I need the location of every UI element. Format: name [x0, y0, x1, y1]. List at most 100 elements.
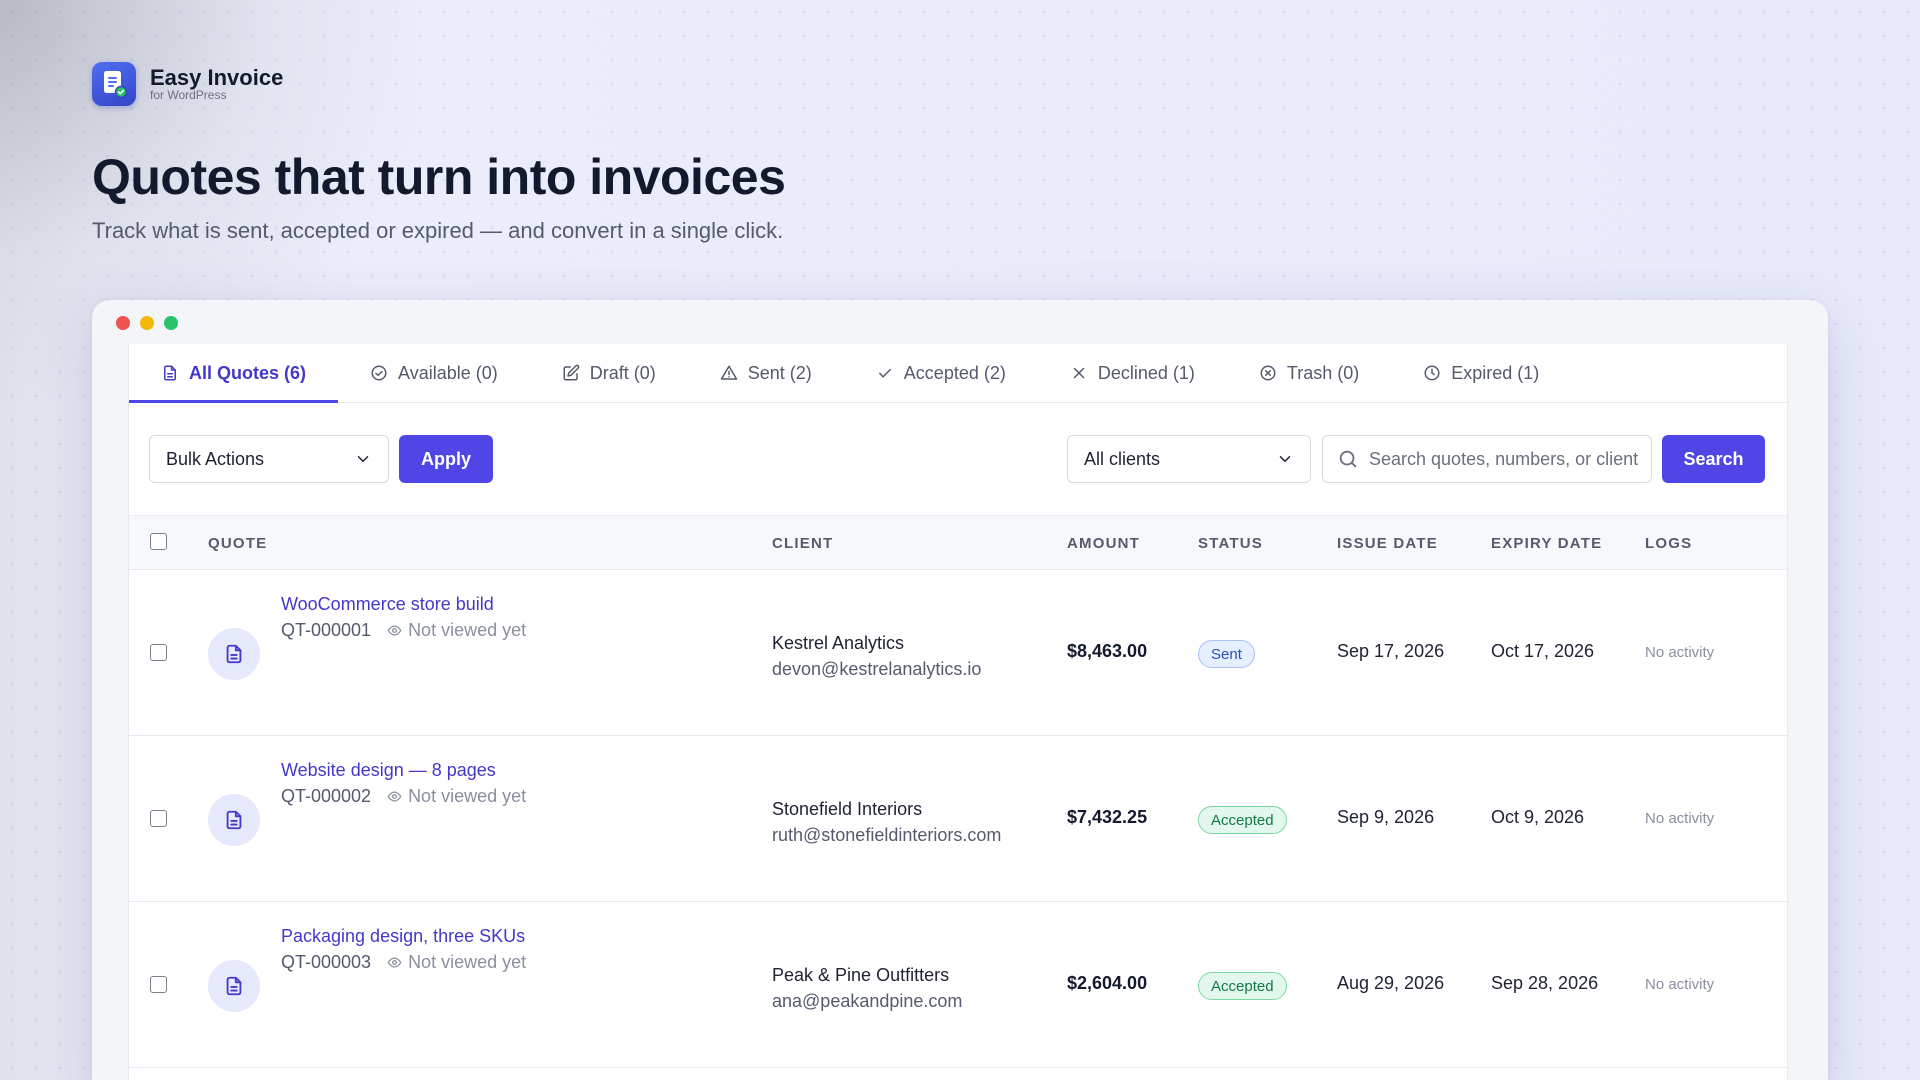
tab-declined[interactable]: Declined (1)	[1038, 344, 1227, 402]
eye-icon	[387, 625, 402, 636]
tab-label: Expired (1)	[1451, 362, 1540, 383]
app-window: All Quotes (6) Available (0) Draft (0) S…	[92, 300, 1828, 1080]
quote-number: QT-000003	[281, 952, 372, 972]
window-minimize-dot[interactable]	[140, 316, 154, 330]
header-status: STATUS	[1198, 535, 1263, 552]
table-row: Packaging design, three SKUs QT-000003 N…	[129, 902, 1787, 1068]
search-box	[1322, 435, 1652, 483]
edit-icon	[563, 364, 580, 381]
quote-amount: $8,463.00	[1067, 641, 1148, 661]
check-circle-icon	[371, 365, 387, 381]
brand: Easy Invoice for WordPress	[92, 62, 283, 106]
header-quote: QUOTE	[208, 535, 268, 552]
brand-name: Easy Invoice	[150, 64, 284, 90]
hero-title: Quotes that turn into invoices	[92, 149, 786, 205]
quotes-panel: All Quotes (6) Available (0) Draft (0) S…	[128, 344, 1788, 1080]
x-circle-icon	[1260, 365, 1276, 381]
client-email: ana@peakandpine.com	[772, 991, 963, 1011]
view-status: Not viewed yet	[408, 952, 527, 972]
document-icon	[164, 365, 176, 381]
client-email: devon@kestrelanalytics.io	[772, 659, 982, 679]
tab-label: All Quotes (6)	[189, 362, 307, 383]
client-name: Peak & Pine Outfitters	[772, 965, 950, 985]
expiry-date: Oct 17, 2026	[1491, 641, 1595, 661]
chevron-down-icon	[1279, 456, 1291, 462]
quote-amount: $2,604.00	[1067, 973, 1148, 993]
document-icon	[208, 628, 260, 680]
brand-subtitle: for WordPress	[150, 87, 227, 102]
search-icon	[1339, 450, 1357, 468]
table-header: QUOTE CLIENT AMOUNT STATUS ISSUE DATE EX…	[129, 515, 1787, 570]
tab-label: Draft (0)	[589, 362, 656, 383]
header-client: CLIENT	[772, 535, 834, 552]
status-badge: Accepted	[1198, 806, 1287, 834]
tab-accepted[interactable]: Accepted (2)	[844, 344, 1038, 402]
logs-status: No activity	[1645, 976, 1715, 993]
hero-subtitle: Track what is sent, accepted or expired …	[92, 218, 784, 243]
quote-number: QT-000002	[281, 786, 372, 806]
client-name: Kestrel Analytics	[772, 633, 905, 653]
header-amount: AMOUNT	[1067, 535, 1141, 552]
tab-draft[interactable]: Draft (0)	[530, 344, 688, 402]
tab-label: Accepted (2)	[903, 362, 1006, 383]
eye-icon	[387, 957, 402, 968]
logs-status: No activity	[1645, 810, 1715, 827]
row-checkbox[interactable]	[150, 810, 167, 827]
status-tabs: All Quotes (6) Available (0) Draft (0) S…	[129, 344, 1787, 403]
easy-invoice-logo-icon	[92, 62, 136, 106]
search-input[interactable]	[1369, 448, 1639, 470]
header-issue-date: ISSUE DATE	[1337, 535, 1438, 552]
table-toolbar: Bulk Actions Apply All clients Search	[129, 403, 1787, 515]
issue-date: Aug 29, 2026	[1337, 973, 1445, 993]
issue-date: Sep 9, 2026	[1337, 807, 1435, 827]
header-logs: LOGS	[1645, 535, 1693, 552]
tab-label: Declined (1)	[1097, 362, 1195, 383]
document-icon	[208, 960, 260, 1012]
tab-trash[interactable]: Trash (0)	[1227, 344, 1391, 402]
chevron-down-icon	[357, 456, 369, 462]
view-status: Not viewed yet	[408, 786, 527, 806]
tab-label: Sent (2)	[747, 362, 812, 383]
quote-title-link[interactable]: Website design — 8 pages	[281, 760, 496, 781]
eye-icon	[387, 791, 402, 802]
client-filter-select[interactable]: All clients	[1067, 435, 1311, 483]
quote-title-link[interactable]: Packaging design, three SKUs	[281, 926, 525, 947]
tab-sent[interactable]: Sent (2)	[688, 344, 844, 402]
logs-status: No activity	[1645, 644, 1715, 661]
warning-icon	[720, 365, 738, 380]
document-icon	[208, 794, 260, 846]
window-titlebar	[92, 300, 1828, 344]
expiry-date: Oct 9, 2026	[1491, 807, 1585, 827]
client-filter-label: All clients	[1084, 448, 1161, 469]
header-expiry-date: EXPIRY DATE	[1491, 535, 1603, 552]
client-name: Stonefield Interiors	[772, 799, 923, 819]
status-badge: Sent	[1198, 640, 1255, 668]
row-checkbox[interactable]	[150, 644, 167, 661]
row-checkbox[interactable]	[150, 976, 167, 993]
tab-available[interactable]: Available (0)	[338, 344, 530, 402]
view-status: Not viewed yet	[408, 620, 527, 640]
quote-amount: $7,432.25	[1067, 807, 1148, 827]
window-maximize-dot[interactable]	[164, 316, 178, 330]
check-icon	[878, 368, 891, 378]
tab-all-quotes[interactable]: All Quotes (6)	[129, 344, 339, 403]
tab-label: Trash (0)	[1286, 362, 1360, 383]
status-badge: Accepted	[1198, 972, 1287, 1000]
table-row: WooCommerce store build QT-000001 Not vi…	[129, 570, 1787, 736]
x-icon	[1073, 367, 1085, 379]
table-row: Website design — 8 pages QT-000002 Not v…	[129, 736, 1787, 902]
tab-expired[interactable]: Expired (1)	[1391, 344, 1571, 402]
window-close-dot[interactable]	[116, 316, 130, 330]
bulk-actions-label: Bulk Actions	[166, 448, 265, 469]
issue-date: Sep 17, 2026	[1337, 641, 1445, 661]
apply-button[interactable]: Apply	[399, 435, 493, 483]
expiry-date: Sep 28, 2026	[1491, 973, 1599, 993]
search-button[interactable]: Search	[1662, 435, 1765, 483]
client-email: ruth@stonefieldinteriors.com	[772, 825, 1002, 845]
quote-number: QT-000001	[281, 620, 372, 640]
clock-icon	[1424, 365, 1440, 381]
tab-label: Available (0)	[398, 362, 498, 383]
select-all-checkbox[interactable]	[150, 533, 167, 550]
quote-title-link[interactable]: WooCommerce store build	[281, 594, 494, 615]
bulk-actions-select[interactable]: Bulk Actions	[149, 435, 389, 483]
